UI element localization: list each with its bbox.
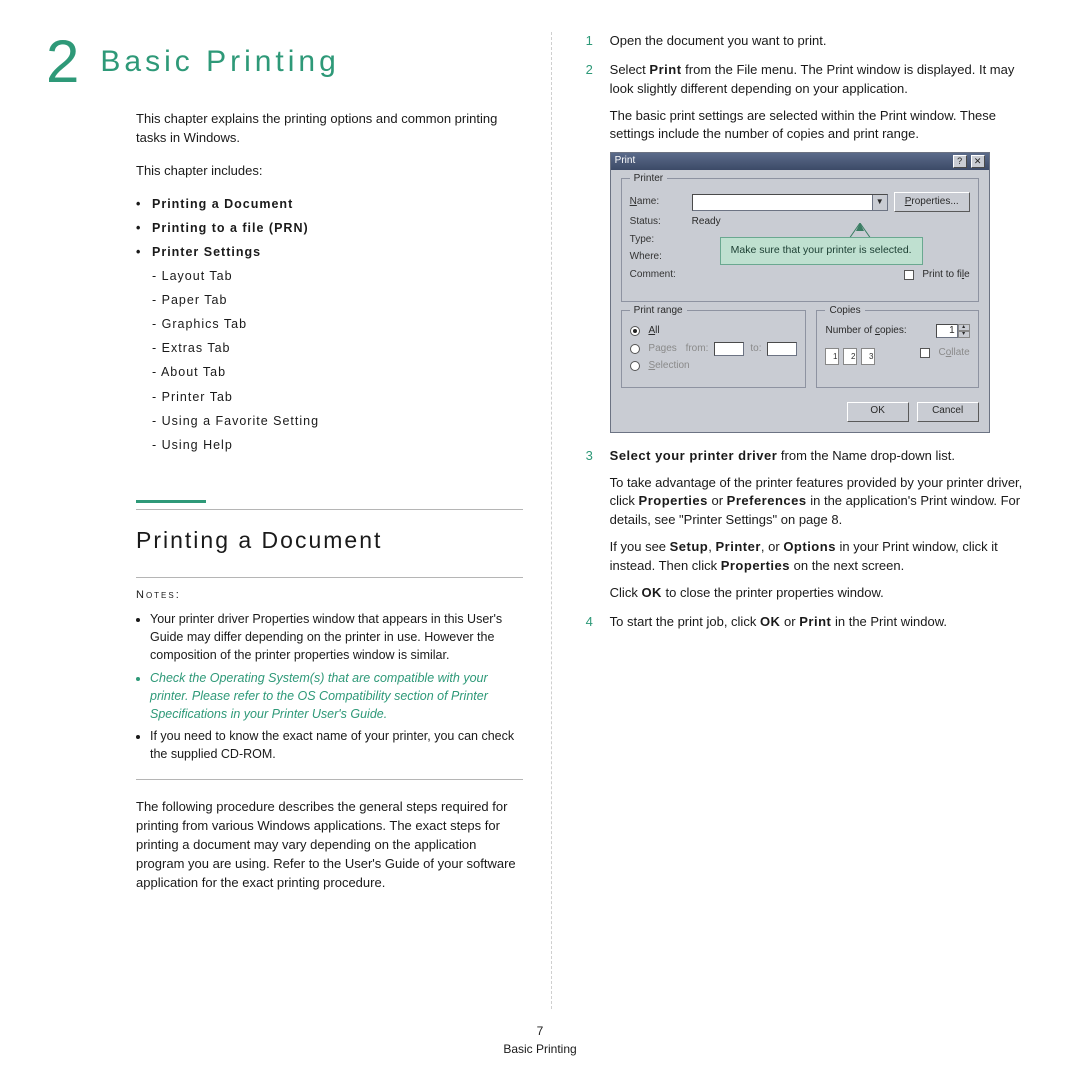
steps-list: 1 Open the document you want to print. 2… xyxy=(586,32,1034,631)
group-legend: Print range xyxy=(630,304,687,319)
ok-button[interactable]: OK xyxy=(847,402,909,422)
note-item: Check the Operating System(s) that are c… xyxy=(150,669,523,723)
section-header: Printing a Document xyxy=(136,500,523,557)
copies-label: Number of copies: xyxy=(825,324,906,339)
range-all-label: All xyxy=(646,324,660,339)
collate-preview: 1 2 3 xyxy=(825,348,875,365)
notes-box: Notes: Your printer driver Properties wi… xyxy=(136,577,523,780)
page-footer: 7 Basic Printing xyxy=(0,1009,1080,1080)
note-item: Your printer driver Properties window th… xyxy=(150,610,523,664)
properties-button[interactable]: Properties... xyxy=(894,192,970,212)
section-title: Printing a Document xyxy=(136,524,523,557)
step-number: 1 xyxy=(586,32,593,51)
chapter-number: 2 xyxy=(46,32,80,92)
note-item: If you need to know the exact name of yo… xyxy=(150,727,523,763)
dialog-title: Print xyxy=(615,154,636,169)
step-item: 3 Select your printer driver from the Na… xyxy=(586,447,1034,603)
toc-item-label: Printer Settings xyxy=(152,245,261,259)
toc-subitem: Using Help xyxy=(152,436,523,454)
to-label: to: xyxy=(750,342,761,357)
step-text: To take advantage of the printer feature… xyxy=(610,474,1034,531)
spinner-up-icon[interactable]: ▴ xyxy=(958,324,970,331)
chevron-down-icon[interactable]: ▼ xyxy=(872,195,887,210)
step-item: 2 Select Print from the File menu. The P… xyxy=(586,61,1034,433)
from-input[interactable] xyxy=(714,342,744,356)
close-button[interactable]: ✕ xyxy=(971,155,985,168)
collate-label: Collate xyxy=(936,346,970,361)
group-legend: Printer xyxy=(630,172,667,187)
status-label: Status: xyxy=(630,215,686,230)
print-to-file-checkbox[interactable] xyxy=(904,270,914,280)
copies-spinner[interactable]: 1 ▴▾ xyxy=(936,324,970,338)
copies-group: Copies Number of copies: 1 ▴▾ xyxy=(816,310,978,388)
range-all-radio[interactable] xyxy=(630,326,640,336)
range-pages-radio[interactable] xyxy=(630,344,640,354)
type-label: Type: xyxy=(630,233,686,248)
range-selection-label: Selection xyxy=(646,359,690,374)
to-input[interactable] xyxy=(767,342,797,356)
toc-subitem: Printer Tab xyxy=(152,388,523,406)
where-label: Where: xyxy=(630,250,686,265)
collate-checkbox[interactable] xyxy=(920,348,930,358)
printer-name-combo[interactable]: ▼ xyxy=(692,194,888,211)
step-text: Select your printer driver from the Name… xyxy=(610,447,1034,466)
chapter-header: 2 Basic Printing xyxy=(46,32,523,92)
chapter-title: Basic Printing xyxy=(100,40,339,84)
name-label: Name: xyxy=(630,195,686,210)
step-item: 4 To start the print job, click OK or Pr… xyxy=(586,613,1034,632)
cancel-button[interactable]: Cancel xyxy=(917,402,979,422)
toc-subitem: Graphics Tab xyxy=(152,315,523,333)
toc-subitem: Extras Tab xyxy=(152,339,523,357)
print-to-file-label: Print to file xyxy=(920,268,970,283)
following-paragraph: The following procedure describes the ge… xyxy=(136,798,523,892)
toc-subitem: Layout Tab xyxy=(152,267,523,285)
step-item: 1 Open the document you want to print. xyxy=(586,32,1034,51)
print-range-group: Print range All Pages from: to: xyxy=(621,310,807,388)
notes-label: Notes: xyxy=(136,588,523,604)
toc-subitem: Using a Favorite Setting xyxy=(152,412,523,430)
from-label: from: xyxy=(686,342,709,357)
step-text: Click OK to close the printer properties… xyxy=(610,584,1034,603)
page-number: 7 xyxy=(0,1023,1080,1040)
range-pages-label: Pages xyxy=(646,342,680,357)
range-selection-radio[interactable] xyxy=(630,361,640,371)
step-number: 4 xyxy=(586,613,593,632)
step-text: The basic print settings are selected wi… xyxy=(610,107,1034,145)
toc-item: Printing a Document xyxy=(136,195,523,213)
toc-list: Printing a Document Printing to a file (… xyxy=(136,195,523,454)
group-legend: Copies xyxy=(825,304,864,319)
comment-label: Comment: xyxy=(630,268,686,283)
sheet-icon: 1 xyxy=(825,348,839,365)
toc-subitem: Paper Tab xyxy=(152,291,523,309)
dialog-titlebar: Print ? ✕ xyxy=(611,153,989,170)
sheet-icon: 2 xyxy=(843,348,857,365)
status-value: Ready xyxy=(692,215,721,230)
printer-group: Printer Make sure that your printer is s… xyxy=(621,178,979,302)
toc-subitem: About Tab xyxy=(152,363,523,381)
print-dialog: Print ? ✕ Printer Make sure that your pr… xyxy=(610,152,990,433)
step-text: Open the document you want to print. xyxy=(610,32,1034,51)
step-text: To start the print job, click OK or Prin… xyxy=(610,613,1034,632)
toc-item: Printing to a file (PRN) xyxy=(136,219,523,237)
callout: Make sure that your printer is selected. xyxy=(720,237,923,265)
toc-item: Printer Settings Layout Tab Paper Tab Gr… xyxy=(136,243,523,454)
chapter-intro: This chapter explains the printing optio… xyxy=(136,110,523,148)
spinner-down-icon[interactable]: ▾ xyxy=(958,331,970,338)
step-number: 3 xyxy=(586,447,593,466)
step-number: 2 xyxy=(586,61,593,80)
includes-label: This chapter includes: xyxy=(136,162,523,181)
sheet-icon: 3 xyxy=(861,348,875,365)
copies-input[interactable]: 1 xyxy=(936,324,958,338)
help-button[interactable]: ? xyxy=(953,155,967,168)
footer-title: Basic Printing xyxy=(503,1042,576,1056)
step-text: Select Print from the File menu. The Pri… xyxy=(610,61,1034,99)
toc-sublist: Layout Tab Paper Tab Graphics Tab Extras… xyxy=(152,267,523,454)
step-text: If you see Setup, Printer, or Options in… xyxy=(610,538,1034,576)
